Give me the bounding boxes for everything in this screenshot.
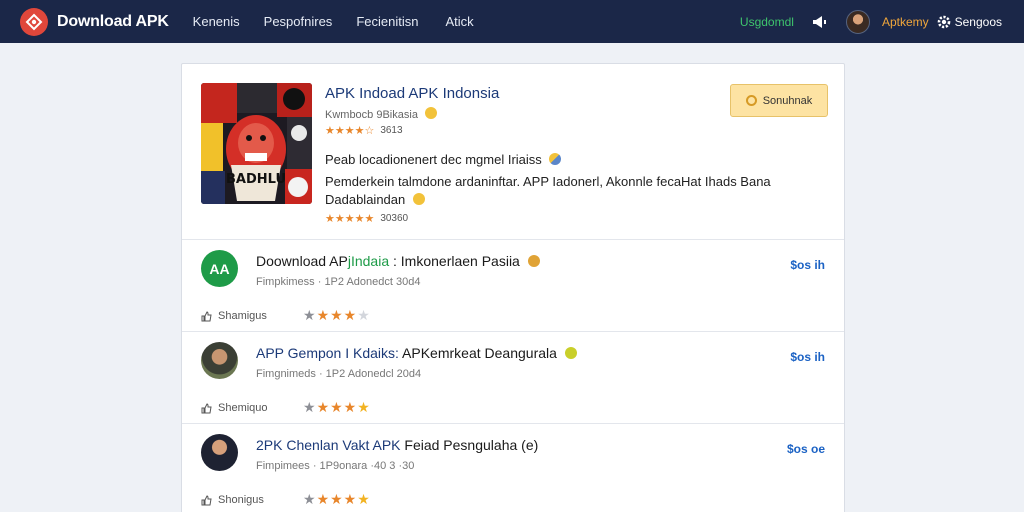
globe-icon	[549, 153, 562, 165]
thumbs-up-icon	[201, 494, 212, 505]
title-part-1: Doownload AP	[256, 253, 348, 269]
list-item[interactable]: 2PK Chenlan Vakt APK Feiad Pesngulaha (e…	[182, 424, 844, 512]
app-logo-icon[interactable]	[20, 7, 48, 36]
thumbs-up-icon	[201, 402, 212, 413]
title-part-3: Pesngulaha (e)	[439, 437, 539, 453]
brand-name[interactable]: Download APK	[57, 13, 169, 31]
title-part-3: : Imkonerlaen Pasiia	[389, 253, 520, 269]
featured-app-title[interactable]: APK Indoad APK Indonsia	[325, 85, 499, 102]
featured-rating-count: 3613	[380, 125, 403, 136]
list-item-price[interactable]: $os oe	[787, 442, 825, 456]
list-item-price[interactable]: $os ih	[790, 350, 825, 364]
list-item-title[interactable]: 2PK Chenlan Vakt APK Feiad Pesngulaha (e…	[256, 437, 538, 453]
list-item[interactable]: AA Doownload APjIndaia : Imkonerlaen Pas…	[182, 240, 844, 332]
title-part-1: APP Gempon I Kdaiks:	[256, 345, 403, 361]
featured-app-subtitle: Kwmbocb 9Bikasia	[325, 107, 437, 121]
nav-user-name[interactable]: Aptkemy	[882, 15, 929, 29]
list-item-stars: ★★★★★	[303, 307, 371, 323]
title-part-1: 2PK Chenlan Vakt APK	[256, 437, 401, 453]
share-button[interactable]: Shamigus	[201, 310, 267, 322]
list-item-subtitle: Fimpimees · 1P9onara ·40 3 ·30	[256, 460, 415, 472]
list-item-subtitle: Fimpkimess · 1P2 Adonedct 30d4	[256, 276, 421, 288]
featured-rating-bottom-count: 30360	[380, 213, 409, 224]
list-item[interactable]: APP Gempon I Kdaiks: APKemrkeat Deangura…	[182, 332, 844, 424]
avatar-initials: AA	[209, 260, 230, 277]
smiley-icon	[527, 255, 540, 267]
featured-desc-line-2: Pemderkein talmdone ardaninftar. APP Iad…	[325, 174, 771, 189]
list-item-title[interactable]: APP Gempon I Kdaiks: APKemrkeat Deangura…	[256, 345, 577, 361]
star-rating-icon: ★★★★☆	[325, 125, 375, 137]
app-avatar	[201, 342, 238, 379]
smiley-icon	[564, 347, 577, 359]
app-list-panel: BADHLU APK Indoad APK Indonsia Kwmbocb 9…	[181, 63, 845, 512]
title-part-3: Deangurala	[480, 345, 557, 361]
featured-app-image[interactable]: BADHLU	[201, 83, 312, 204]
featured-desc-line-1-text: Peab locadionenert dec mgmel Iriaiss	[325, 152, 542, 167]
nav-links: Kenenis Pespofnires Fecienitisn Atick	[193, 14, 474, 29]
list-item-stars: ★★★★★	[303, 399, 371, 415]
featured-app-card: BADHLU APK Indoad APK Indonsia Kwmbocb 9…	[182, 64, 844, 240]
follow-button-label: Sonuhnak	[762, 94, 813, 107]
thumbs-up-icon	[201, 310, 212, 321]
list-item-title[interactable]: Doownload APjIndaia : Imkonerlaen Pasiia	[256, 253, 540, 269]
ring-icon	[745, 95, 757, 106]
featured-desc-line-3-text: Dadablaindan	[325, 192, 406, 207]
featured-rating-bottom: ★★★★★ 30360	[325, 212, 408, 225]
title-part-2: jIndaia	[347, 253, 390, 269]
featured-subtitle-text: Kwmbocb 9Bikasia	[325, 109, 418, 121]
nav-green-link[interactable]: Usgdomdl	[740, 15, 794, 29]
smiley-icon	[425, 107, 437, 119]
follow-button[interactable]: Sonuhnak	[730, 84, 828, 117]
nav-right-group: Usgdomdl Aptkemy Sengoos	[740, 0, 1002, 43]
megaphone-icon[interactable]	[812, 15, 828, 29]
app-avatar	[201, 434, 238, 471]
nav-settings-label[interactable]: Sengoos	[955, 15, 1002, 29]
title-part-2: APKemrkeat	[402, 345, 481, 361]
nav-link-atick[interactable]: Atick	[445, 14, 473, 29]
featured-rating-top: ★★★★☆ 3613	[325, 124, 403, 137]
list-item-subtitle: Fimgnimeds · 1P2 Adonedcl 20d4	[256, 368, 422, 380]
share-button[interactable]: Shonigus	[201, 494, 264, 506]
user-avatar[interactable]	[845, 9, 870, 34]
share-button[interactable]: Shemiquo	[201, 402, 268, 414]
app-avatar: AA	[201, 250, 238, 287]
nav-link-fecienitisn[interactable]: Fecienitisn	[356, 14, 418, 29]
featured-desc-line-3: Dadablaindan	[325, 192, 425, 207]
featured-desc-line-1: Peab locadionenert dec mgmel Iriaiss	[325, 152, 562, 167]
list-item-stars: ★★★★★	[303, 491, 371, 507]
nav-link-kenenis[interactable]: Kenenis	[193, 14, 240, 29]
nav-link-pespofnires[interactable]: Pespofnires	[264, 14, 333, 29]
featured-image-caption: BADHLU	[226, 172, 286, 187]
gear-icon[interactable]	[937, 15, 951, 29]
share-label: Shamigus	[218, 310, 267, 322]
share-label: Shemiquo	[218, 402, 268, 414]
star-rating-icon: ★★★★★	[325, 213, 375, 225]
share-label: Shonigus	[218, 494, 264, 506]
list-item-price[interactable]: $os ih	[790, 258, 825, 272]
smiley-icon	[412, 193, 425, 205]
title-part-2: Feiad	[400, 437, 440, 453]
top-navbar: Download APK Kenenis Pespofnires Fecieni…	[0, 0, 1024, 43]
